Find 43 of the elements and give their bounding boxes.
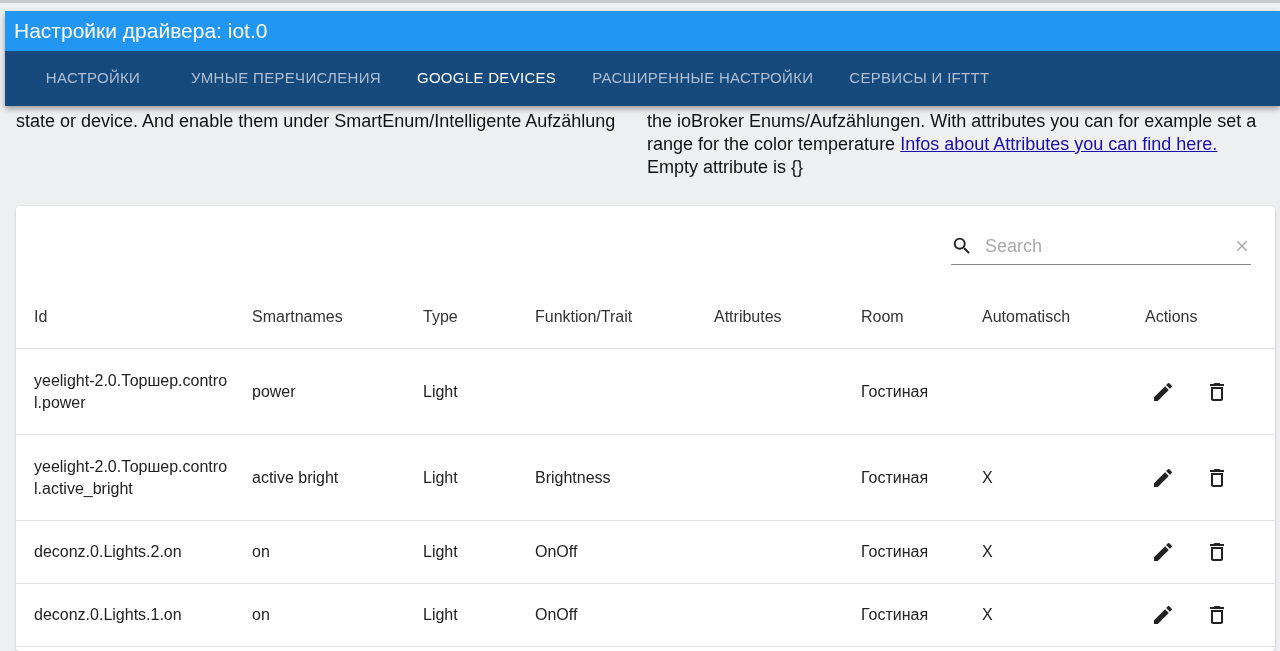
search-field[interactable]: Search [983, 234, 1223, 258]
edit-icon [1151, 540, 1175, 564]
table-cell: Гостиная [861, 543, 929, 560]
column-header: Funktion/Trait [535, 308, 633, 325]
table-cell: power [252, 382, 296, 400]
tab[interactable]: НАСТРОЙКИ [13, 51, 173, 106]
table-cell: Light [423, 606, 458, 623]
description-text: state or device. And enable them under SmartEnum/Intelligente Aufzählung [16, 110, 617, 133]
tab[interactable]: СЕРВИСЫ И IFTTT [831, 51, 1008, 106]
table-cell: Гостиная [861, 382, 929, 400]
table-cell: X [982, 468, 993, 486]
column-header: Actions [1145, 308, 1198, 325]
column-header: Automatisch [982, 308, 1071, 325]
table-cell: deconz.0.Lights.2.on [34, 543, 182, 560]
description-text: the ioBroker Enums/Aufzählungen. With attributes you can for example set a range for the color temperature Infos about Attributes you can find here. Empty attribute is {} [647, 110, 1258, 179]
table-cell: OnOff [535, 606, 578, 623]
column-header: Attributes [714, 308, 782, 325]
table-cell: X [982, 606, 993, 623]
column-header: Room [861, 308, 904, 325]
table-cell: OnOff [535, 543, 578, 560]
table-cell: Brightness [535, 468, 611, 486]
table-cell: Light [423, 468, 458, 486]
edit-icon [1151, 603, 1175, 627]
table-cell: yeelight-2.0.Торшер.control.active_bright [34, 457, 228, 497]
table-cell: X [982, 543, 993, 560]
table-cell: on [252, 606, 270, 623]
table-cell: active bright [252, 468, 339, 486]
tab[interactable]: РАСШИРЕННЫЕ НАСТРОЙКИ [574, 51, 832, 106]
tab[interactable]: УМНЫЕ ПЕРЕЧИСЛЕНИЯ [173, 51, 399, 106]
tab[interactable]: GOOGLE DEVICES [398, 51, 575, 106]
table-cell: Гостиная [861, 606, 929, 623]
table-cell: deconz.0.Lights.1.on [34, 606, 182, 623]
window-title: Настройки драйвера: iot.0 [14, 19, 268, 43]
column-header: Type [423, 308, 458, 325]
table-cell: Гостиная [861, 468, 929, 486]
table-cell: Light [423, 382, 458, 400]
search-icon [951, 235, 973, 257]
column-header: Id [34, 308, 48, 325]
table-cell: yeelight-2.0.Торшер.control.power [34, 371, 228, 411]
table-cell: on [252, 543, 270, 560]
column-header: Smartnames [252, 308, 343, 325]
table-cell: Light [423, 543, 458, 560]
attributes-link[interactable]: Infos about Attributes you can find here. [900, 134, 1218, 154]
